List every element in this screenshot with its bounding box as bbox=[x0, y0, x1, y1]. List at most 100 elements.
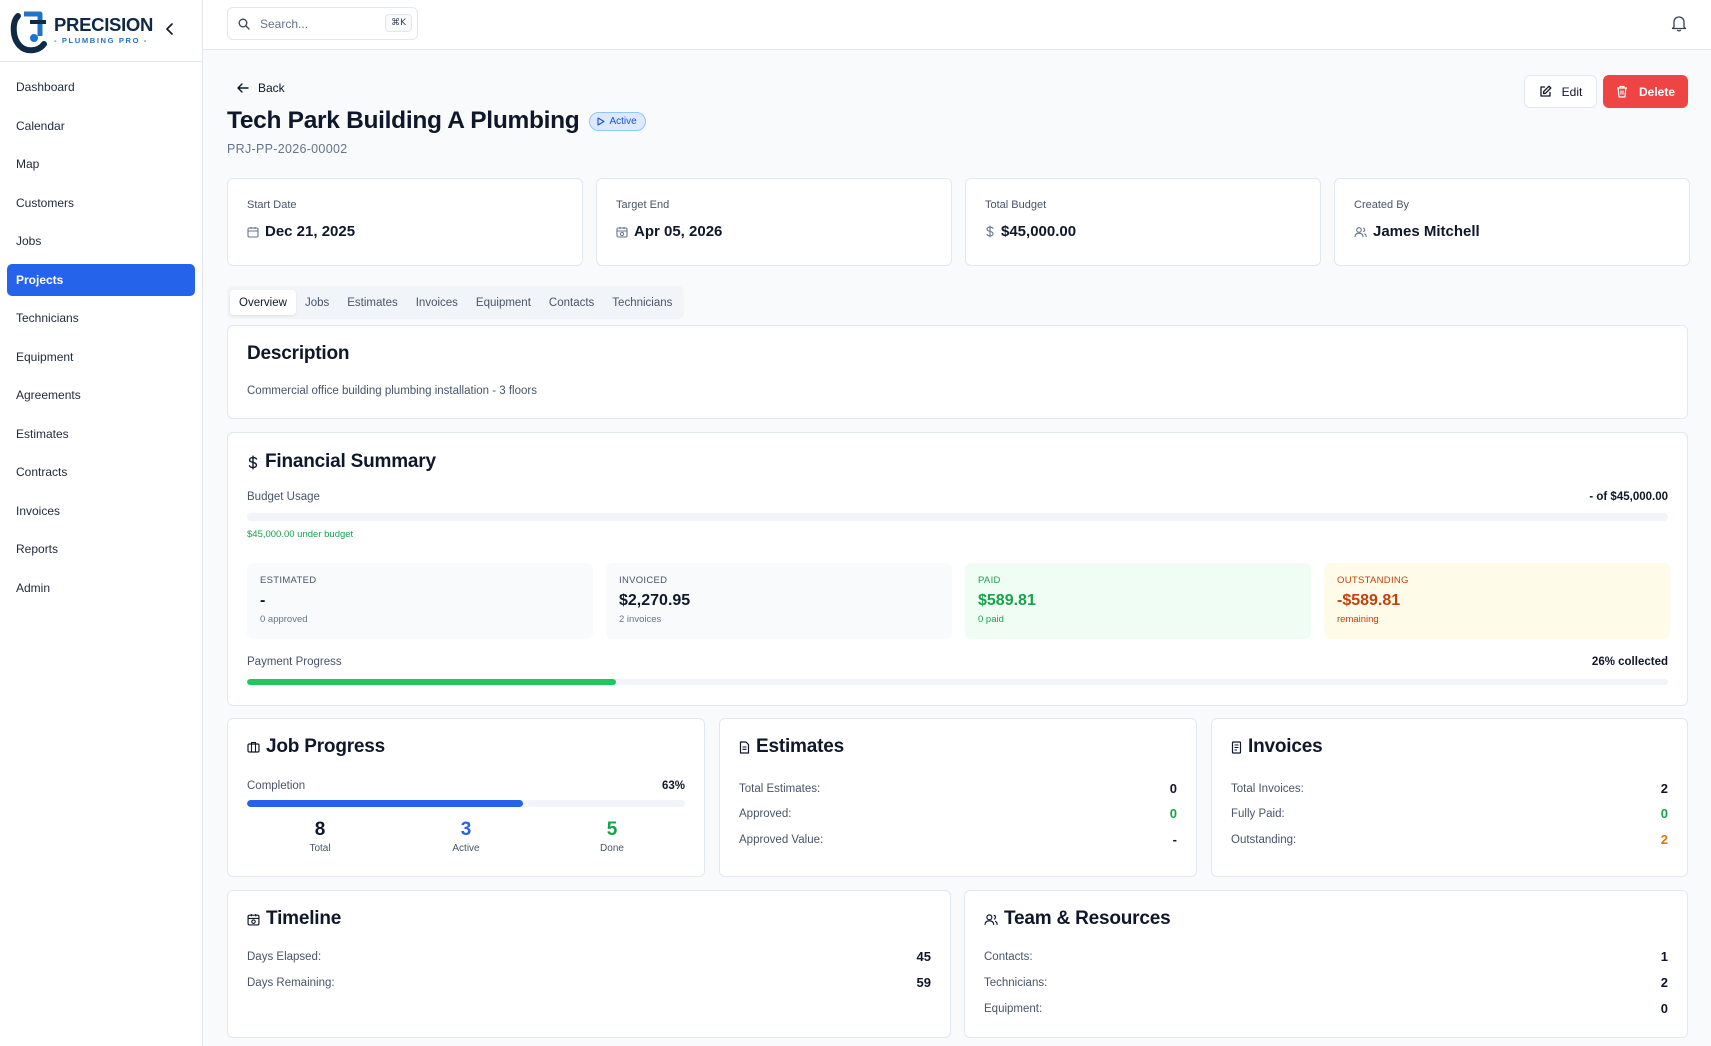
tab-estimates[interactable]: Estimates bbox=[338, 290, 407, 315]
kv-value: 0 bbox=[1660, 1001, 1668, 1016]
tile-sub: 2 invoices bbox=[619, 614, 662, 625]
job-progress-title: Job Progress bbox=[266, 736, 386, 757]
kv-value: - bbox=[1172, 832, 1177, 847]
completion-fill bbox=[247, 800, 523, 807]
calendar-clock-icon bbox=[247, 913, 260, 926]
sidebar: PRECISION - PLUMBING PRO - Dashboard Cal… bbox=[0, 0, 203, 1046]
status-badge: Active bbox=[589, 111, 646, 131]
collapse-sidebar-button[interactable] bbox=[160, 19, 180, 39]
tab-jobs[interactable]: Jobs bbox=[296, 290, 338, 315]
sidebar-item-contracts[interactable]: Contracts bbox=[7, 456, 195, 489]
stat-label: Start Date bbox=[247, 199, 297, 211]
search-input[interactable]: Search... ⌘K bbox=[227, 7, 418, 40]
brand[interactable]: PRECISION - PLUMBING PRO - bbox=[0, 0, 202, 62]
dollar-icon bbox=[248, 454, 258, 470]
tab-technicians[interactable]: Technicians bbox=[603, 290, 681, 315]
invoices-heading: Invoices bbox=[1231, 736, 1323, 758]
under-budget-text: $45,000.00 under budget bbox=[247, 529, 354, 540]
kv-value: 1 bbox=[1660, 949, 1668, 964]
trash-icon bbox=[1616, 85, 1627, 98]
edit-label: Edit bbox=[1561, 84, 1583, 99]
stat-created-by: Created By James Mitchell bbox=[1334, 178, 1690, 266]
tile-value: -$589.81 bbox=[1337, 592, 1401, 609]
kv-value: 2 bbox=[1660, 975, 1668, 990]
budget-usage-label: Budget Usage bbox=[247, 491, 320, 503]
briefcase-icon bbox=[247, 741, 260, 753]
sidebar-nav: Dashboard Calendar Map Customers Jobs Pr… bbox=[0, 62, 202, 604]
tile-label: PAID bbox=[978, 575, 1001, 586]
back-link[interactable]: Back bbox=[237, 81, 285, 95]
description-card: Description Commercial office building p… bbox=[227, 325, 1688, 419]
kv-value: 2 bbox=[1660, 781, 1668, 796]
sidebar-item-calendar[interactable]: Calendar bbox=[7, 110, 195, 143]
kv-label: Equipment: bbox=[984, 1002, 1043, 1015]
stat-label: Target End bbox=[616, 199, 670, 211]
sidebar-item-dashboard[interactable]: Dashboard bbox=[7, 71, 195, 104]
kv-label: Total Invoices: bbox=[1231, 782, 1304, 795]
stat-value: $45,000.00 bbox=[1001, 223, 1077, 240]
topbar: Search... ⌘K bbox=[203, 0, 1711, 50]
timeline-row: Days Remaining: 59 bbox=[247, 975, 931, 990]
team-resources-heading: Team & Resources bbox=[984, 908, 1171, 930]
stat-label: Total Budget bbox=[985, 199, 1047, 211]
financial-summary-title: Financial Summary bbox=[265, 451, 436, 472]
count-number: 5 bbox=[606, 819, 618, 840]
sidebar-item-map[interactable]: Map bbox=[7, 148, 195, 181]
stat-value: Dec 21, 2025 bbox=[265, 223, 356, 240]
sidebar-item-customers[interactable]: Customers bbox=[7, 187, 195, 220]
notifications-button[interactable] bbox=[1671, 15, 1687, 37]
count-label: Total bbox=[309, 843, 331, 854]
tab-equipment[interactable]: Equipment bbox=[467, 290, 540, 315]
tile-value: $589.81 bbox=[978, 592, 1036, 609]
estimates-title: Estimates bbox=[756, 736, 844, 757]
job-progress-card: Job Progress Completion 63% 8 Total 3 Ac… bbox=[227, 718, 705, 877]
financial-summary-heading: Financial Summary bbox=[247, 451, 436, 473]
kv-value: 2 bbox=[1660, 832, 1668, 847]
edit-button[interactable]: Edit bbox=[1524, 75, 1597, 108]
tab-invoices[interactable]: Invoices bbox=[407, 290, 467, 315]
summary-stats: Start Date Dec 21, 2025 Target End Apr 0… bbox=[227, 178, 1690, 266]
calendar-icon bbox=[247, 226, 259, 238]
sidebar-item-agreements[interactable]: Agreements bbox=[7, 379, 195, 412]
invoiced-tile: INVOICED $2,270.95 2 invoices bbox=[606, 563, 952, 639]
kv-value: 0 bbox=[1169, 806, 1177, 821]
tab-contacts[interactable]: Contacts bbox=[540, 290, 603, 315]
kv-label: Contacts: bbox=[984, 950, 1033, 963]
estimates-card: Estimates Total Estimates: 0 Approved: 0… bbox=[719, 718, 1197, 877]
completion-bar bbox=[247, 800, 685, 807]
delete-button[interactable]: Delete bbox=[1603, 75, 1688, 108]
active-jobs-count: 3 Active bbox=[416, 819, 516, 854]
financial-tiles: ESTIMATED - 0 approved INVOICED $2,270.9… bbox=[247, 563, 1670, 639]
tile-sub: remaining bbox=[1337, 614, 1379, 625]
invoices-row: Fully Paid: 0 bbox=[1231, 806, 1668, 821]
tile-sub: 0 paid bbox=[978, 614, 1004, 625]
sidebar-item-jobs[interactable]: Jobs bbox=[7, 225, 195, 258]
kv-label: Outstanding: bbox=[1231, 833, 1297, 846]
kv-value: 0 bbox=[1660, 806, 1668, 821]
sidebar-item-invoices[interactable]: Invoices bbox=[7, 495, 195, 528]
sidebar-item-estimates[interactable]: Estimates bbox=[7, 418, 195, 451]
kv-label: Total Estimates: bbox=[739, 782, 821, 795]
financial-summary-card: Financial Summary Budget Usage - of $45,… bbox=[227, 432, 1688, 706]
description-title: Description bbox=[247, 343, 350, 364]
budget-usage-value: - of $45,000.00 bbox=[1589, 491, 1668, 503]
sidebar-item-technicians[interactable]: Technicians bbox=[7, 302, 195, 335]
payment-progress-bar bbox=[247, 679, 1668, 685]
estimates-row: Total Estimates: 0 bbox=[739, 781, 1177, 796]
sidebar-item-reports[interactable]: Reports bbox=[7, 533, 195, 566]
chevron-left-icon bbox=[166, 23, 173, 35]
search-placeholder: Search... bbox=[260, 16, 309, 31]
sidebar-item-projects[interactable]: Projects bbox=[7, 263, 195, 296]
kv-label: Days Remaining: bbox=[247, 976, 335, 989]
invoices-title: Invoices bbox=[1248, 736, 1323, 757]
estimates-row: Approved Value: - bbox=[739, 832, 1177, 847]
sidebar-item-equipment[interactable]: Equipment bbox=[7, 341, 195, 374]
completion-value: 63% bbox=[661, 780, 685, 792]
sidebar-item-admin[interactable]: Admin bbox=[7, 572, 195, 605]
tab-overview[interactable]: Overview bbox=[230, 290, 296, 315]
kv-label: Fully Paid: bbox=[1231, 807, 1285, 820]
back-label: Back bbox=[258, 81, 285, 95]
team-resources-title: Team & Resources bbox=[1004, 908, 1171, 929]
estimated-tile: ESTIMATED - 0 approved bbox=[247, 563, 593, 639]
page-title: Tech Park Building A Plumbing bbox=[227, 107, 580, 134]
